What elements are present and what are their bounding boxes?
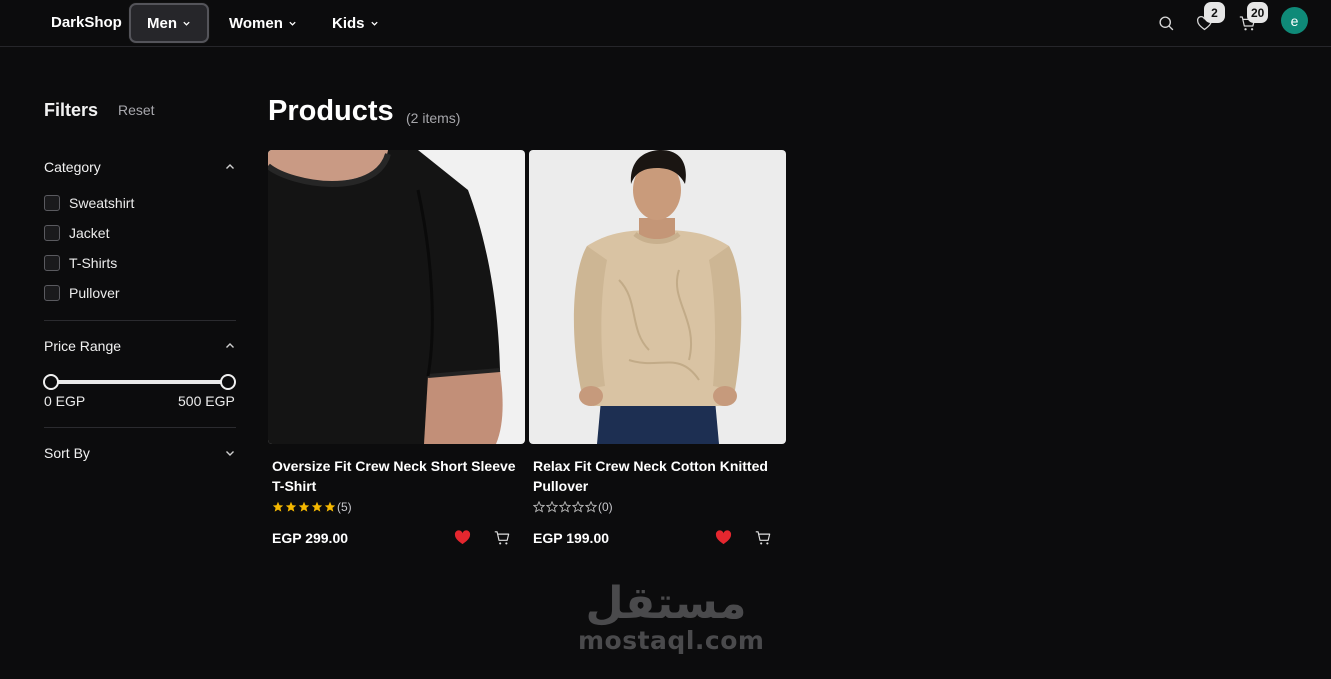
favorite-button[interactable] bbox=[454, 530, 472, 546]
cart-count-badge: 20 bbox=[1247, 2, 1269, 23]
chevron-down-icon bbox=[289, 21, 296, 26]
sort-by-title: Sort By bbox=[44, 445, 90, 461]
product-name[interactable]: Relax Fit Crew Neck Cotton Knitted Pullo… bbox=[533, 456, 785, 496]
star-outline-icon bbox=[585, 501, 597, 513]
watermark-latin: mostaql.com bbox=[578, 626, 765, 655]
category-section-header[interactable]: Category bbox=[44, 159, 236, 175]
heart-filled-icon bbox=[715, 530, 732, 545]
chevron-down-icon bbox=[370, 21, 378, 26]
star-outline-icon bbox=[572, 501, 584, 513]
star-filled-icon bbox=[324, 501, 336, 512]
product-rating: (5) bbox=[272, 500, 352, 514]
nav-men-label: Men bbox=[147, 14, 177, 32]
add-to-cart-button[interactable] bbox=[755, 530, 773, 546]
add-to-cart-button[interactable] bbox=[494, 530, 512, 546]
search-icon bbox=[1158, 15, 1173, 30]
checkbox[interactable] bbox=[44, 225, 60, 241]
brand-logo[interactable]: DarkShop bbox=[51, 14, 122, 31]
star-outline-icon bbox=[546, 501, 558, 513]
search-button[interactable] bbox=[1155, 12, 1177, 34]
nav-kids-label: Kids bbox=[332, 14, 365, 32]
divider bbox=[44, 320, 236, 321]
checkbox[interactable] bbox=[44, 195, 60, 211]
heart-filled-icon bbox=[454, 530, 471, 545]
category-title: Category bbox=[44, 159, 101, 175]
nav-women[interactable]: Women bbox=[229, 3, 297, 43]
product-image-tshirt[interactable] bbox=[268, 150, 525, 444]
product-price: EGP 299.00 bbox=[272, 530, 349, 546]
cart-icon bbox=[755, 531, 771, 545]
sort-by-section-header[interactable]: Sort By bbox=[44, 445, 236, 461]
mostaql-watermark: مستقل mostaql.com bbox=[578, 578, 765, 656]
category-option-tshirts[interactable]: T-Shirts bbox=[44, 255, 117, 271]
product-price: EGP 199.00 bbox=[533, 530, 610, 546]
nav-women-label: Women bbox=[229, 14, 283, 32]
star-outline-icon bbox=[559, 501, 571, 513]
black-tshirt-image bbox=[268, 150, 525, 444]
price-max-handle[interactable] bbox=[220, 374, 236, 390]
chevron-down-icon bbox=[183, 21, 190, 26]
page-title: Products bbox=[268, 95, 394, 127]
filters-title: Filters bbox=[44, 100, 99, 120]
product-image-pullover[interactable] bbox=[529, 150, 786, 444]
category-option-label: Sweatshirt bbox=[69, 195, 135, 211]
product-name[interactable]: Oversize Fit Crew Neck Short Sleeve T-Sh… bbox=[272, 456, 524, 496]
category-option-jacket[interactable]: Jacket bbox=[44, 225, 109, 241]
price-min-handle[interactable] bbox=[43, 374, 59, 390]
review-count: (5) bbox=[337, 500, 352, 514]
star-filled-icon bbox=[298, 501, 310, 512]
cart-icon bbox=[494, 531, 510, 545]
top-navbar: DarkShop Men Women Kids 2 20 e bbox=[0, 0, 1331, 47]
star-outline-icon bbox=[533, 501, 545, 513]
category-option-label: Jacket bbox=[69, 225, 110, 241]
category-option-sweatshirt[interactable]: Sweatshirt bbox=[44, 195, 134, 211]
star-filled-icon bbox=[272, 501, 284, 512]
divider bbox=[44, 427, 236, 428]
price-range-slider-track[interactable] bbox=[51, 380, 228, 384]
user-avatar[interactable]: e bbox=[1281, 7, 1308, 34]
products-count: (2 items) bbox=[406, 110, 461, 126]
price-min-label: 0 EGP bbox=[44, 393, 86, 409]
star-filled-icon bbox=[311, 501, 323, 512]
checkbox[interactable] bbox=[44, 255, 60, 271]
wishlist-count-badge: 2 bbox=[1204, 2, 1225, 23]
chevron-down-icon bbox=[226, 451, 234, 456]
nav-kids[interactable]: Kids bbox=[332, 3, 379, 43]
reset-filters-button[interactable]: Reset bbox=[118, 102, 155, 118]
product-rating: (0) bbox=[533, 500, 613, 514]
price-max-label: 500 EGP bbox=[178, 393, 235, 409]
chevron-up-icon bbox=[226, 343, 234, 348]
category-option-pullover[interactable]: Pullover bbox=[44, 285, 120, 301]
checkbox[interactable] bbox=[44, 285, 60, 301]
category-option-label: Pullover bbox=[69, 285, 120, 301]
watermark-arabic: مستقل bbox=[585, 578, 747, 629]
beige-pullover-image bbox=[529, 150, 786, 444]
star-filled-icon bbox=[285, 501, 297, 512]
category-option-label: T-Shirts bbox=[69, 255, 118, 271]
chevron-up-icon bbox=[226, 164, 234, 169]
favorite-button[interactable] bbox=[715, 530, 733, 546]
nav-men[interactable]: Men bbox=[129, 3, 209, 43]
price-range-section-header[interactable]: Price Range bbox=[44, 338, 236, 354]
review-count: (0) bbox=[598, 500, 613, 514]
price-range-title: Price Range bbox=[44, 338, 122, 354]
